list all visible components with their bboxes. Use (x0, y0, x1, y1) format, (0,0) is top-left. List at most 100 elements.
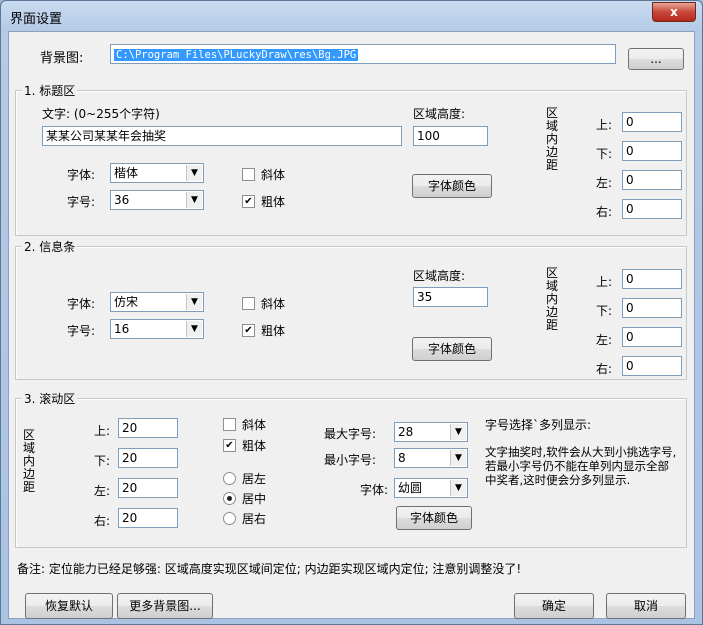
info-pad-top-label: 上: (596, 275, 613, 289)
hint-title: 字号选择`多列显示: (485, 418, 592, 432)
chevron-down-icon[interactable]: ▼ (450, 450, 466, 466)
title-text-input[interactable]: 某某公司某某年会抽奖 (42, 126, 402, 146)
scroll-bold-label: 粗体 (242, 439, 267, 453)
ok-button[interactable]: 确定 (514, 593, 594, 619)
title-bold-label: 粗体 (261, 195, 286, 209)
scroll-pad-right-label: 右: (94, 514, 111, 528)
cancel-button[interactable]: 取消 (606, 593, 686, 619)
background-path-field[interactable]: C:\Program Files\PLuckyDraw\res\Bg.JPG (110, 44, 616, 64)
scroll-area-group: 3. 滚动区 区域内边距 上: 20 下: 20 左: 20 右: 20 斜体 … (15, 390, 687, 548)
scroll-pad-top-input[interactable]: 20 (118, 418, 178, 438)
info-pad-left-label: 左: (596, 333, 613, 347)
scroll-pad-bottom-label: 下: (94, 454, 111, 468)
title-italic-label: 斜体 (261, 168, 286, 182)
settings-window: 界面设置 x 背景图: C:\Program Files\PLuckyDraw\… (0, 0, 703, 625)
title-size-label: 字号: (67, 195, 96, 209)
min-size-select[interactable]: 8 ▼ (394, 448, 468, 468)
min-size-label: 最小字号: (324, 453, 377, 467)
align-left-label: 居左 (242, 472, 267, 486)
more-backgrounds-button[interactable]: 更多背景图... (117, 593, 213, 619)
title-bold-checkbox[interactable]: ✔ (242, 195, 255, 208)
info-pad-left-input[interactable]: 0 (622, 327, 682, 347)
title-size-select[interactable]: 36 ▼ (110, 190, 204, 210)
align-left-radio[interactable] (223, 472, 236, 485)
info-pad-bottom-label: 下: (596, 304, 613, 318)
title-height-label: 区域高度: (413, 107, 466, 121)
title-italic-checkbox[interactable] (242, 168, 255, 181)
title-font-select[interactable]: 楷体 ▼ (110, 163, 204, 183)
info-pad-right-input[interactable]: 0 (622, 356, 682, 376)
scroll-italic-label: 斜体 (242, 418, 267, 432)
dialog-client: 背景图: C:\Program Files\PLuckyDraw\res\Bg.… (8, 31, 695, 619)
max-size-select[interactable]: 28 ▼ (394, 422, 468, 442)
info-size-select[interactable]: 16 ▼ (110, 319, 204, 339)
title-area-group: 1. 标题区 文字: (0~255个字符) 某某公司某某年会抽奖 区域高度: 1… (15, 82, 687, 236)
title-bar[interactable]: 界面设置 x (1, 1, 702, 31)
footer-note: 备注: 定位能力已经足够强: 区域高度实现区域间定位; 内边距实现区域内定位; … (17, 562, 522, 576)
title-pad-bottom-input[interactable]: 0 (622, 141, 682, 161)
align-right-radio[interactable] (223, 512, 236, 525)
info-bar-group-label: 2. 信息条 (22, 238, 78, 255)
title-pad-top-label: 上: (596, 118, 613, 132)
info-bold-checkbox[interactable]: ✔ (242, 324, 255, 337)
close-button[interactable]: x (652, 2, 696, 22)
title-pad-bottom-label: 下: (596, 147, 613, 161)
hint-text: 文字抽奖时,软件会从大到小挑选字号,若最小字号仍不能在单列内显示全部中奖者,这时… (485, 445, 677, 487)
title-pad-left-label: 左: (596, 176, 613, 190)
info-pad-top-input[interactable]: 0 (622, 269, 682, 289)
browse-button[interactable]: ... (628, 48, 684, 70)
title-pad-right-input[interactable]: 0 (622, 199, 682, 219)
title-font-value: 楷体 (114, 166, 139, 180)
title-padding-label: 区域内边距 (545, 106, 558, 172)
chevron-down-icon[interactable]: ▼ (186, 321, 202, 337)
info-size-value: 16 (114, 322, 130, 336)
chevron-down-icon[interactable]: ▼ (450, 480, 466, 496)
scroll-font-label: 字体: (360, 483, 389, 497)
title-size-value: 36 (114, 193, 130, 207)
scroll-pad-left-input[interactable]: 20 (118, 478, 178, 498)
title-font-color-button[interactable]: 字体颜色 (412, 174, 492, 198)
info-font-label: 字体: (67, 297, 96, 311)
info-italic-label: 斜体 (261, 297, 286, 311)
title-font-label: 字体: (67, 168, 96, 182)
max-size-value: 28 (398, 425, 414, 439)
max-size-label: 最大字号: (324, 427, 377, 441)
chevron-down-icon[interactable]: ▼ (186, 165, 202, 181)
info-italic-checkbox[interactable] (242, 297, 255, 310)
background-path-value: C:\Program Files\PLuckyDraw\res\Bg.JPG (114, 49, 359, 61)
info-font-value: 仿宋 (114, 295, 139, 309)
scroll-pad-top-label: 上: (94, 424, 111, 438)
scroll-font-select[interactable]: 幼圆 ▼ (394, 478, 468, 498)
scroll-pad-bottom-input[interactable]: 20 (118, 448, 178, 468)
chevron-down-icon[interactable]: ▼ (450, 424, 466, 440)
scroll-font-value: 幼圆 (398, 481, 423, 495)
info-height-label: 区域高度: (413, 269, 466, 283)
info-bar-group: 2. 信息条 区域高度: 35 字体: 仿宋 ▼ 字号: 16 ▼ 斜体 ✔ 粗体 … (15, 238, 687, 380)
title-height-input[interactable]: 100 (413, 126, 488, 146)
title-pad-left-input[interactable]: 0 (622, 170, 682, 190)
scroll-bold-checkbox[interactable]: ✔ (223, 439, 236, 452)
align-center-label: 居中 (242, 492, 267, 506)
restore-defaults-button[interactable]: 恢复默认 (25, 593, 113, 619)
align-right-label: 居右 (242, 512, 267, 526)
info-font-select[interactable]: 仿宋 ▼ (110, 292, 204, 312)
info-size-label: 字号: (67, 324, 96, 338)
window-title: 界面设置 (10, 12, 63, 27)
scroll-pad-right-input[interactable]: 20 (118, 508, 178, 528)
scroll-italic-checkbox[interactable] (223, 418, 236, 431)
scroll-pad-left-label: 左: (94, 484, 111, 498)
radio-selected-dot (227, 496, 232, 501)
info-pad-bottom-input[interactable]: 0 (622, 298, 682, 318)
chevron-down-icon[interactable]: ▼ (186, 192, 202, 208)
title-text-label: 文字: (0~255个字符) (42, 107, 160, 121)
info-height-input[interactable]: 35 (413, 287, 488, 307)
chevron-down-icon[interactable]: ▼ (186, 294, 202, 310)
scroll-font-color-button[interactable]: 字体颜色 (396, 506, 472, 530)
title-pad-top-input[interactable]: 0 (622, 112, 682, 132)
align-center-radio[interactable] (223, 492, 236, 505)
background-label: 背景图: (40, 51, 84, 66)
info-font-color-button[interactable]: 字体颜色 (412, 337, 492, 361)
scroll-area-group-label: 3. 滚动区 (22, 390, 78, 407)
title-area-group-label: 1. 标题区 (22, 82, 78, 99)
info-pad-right-label: 右: (596, 362, 613, 376)
